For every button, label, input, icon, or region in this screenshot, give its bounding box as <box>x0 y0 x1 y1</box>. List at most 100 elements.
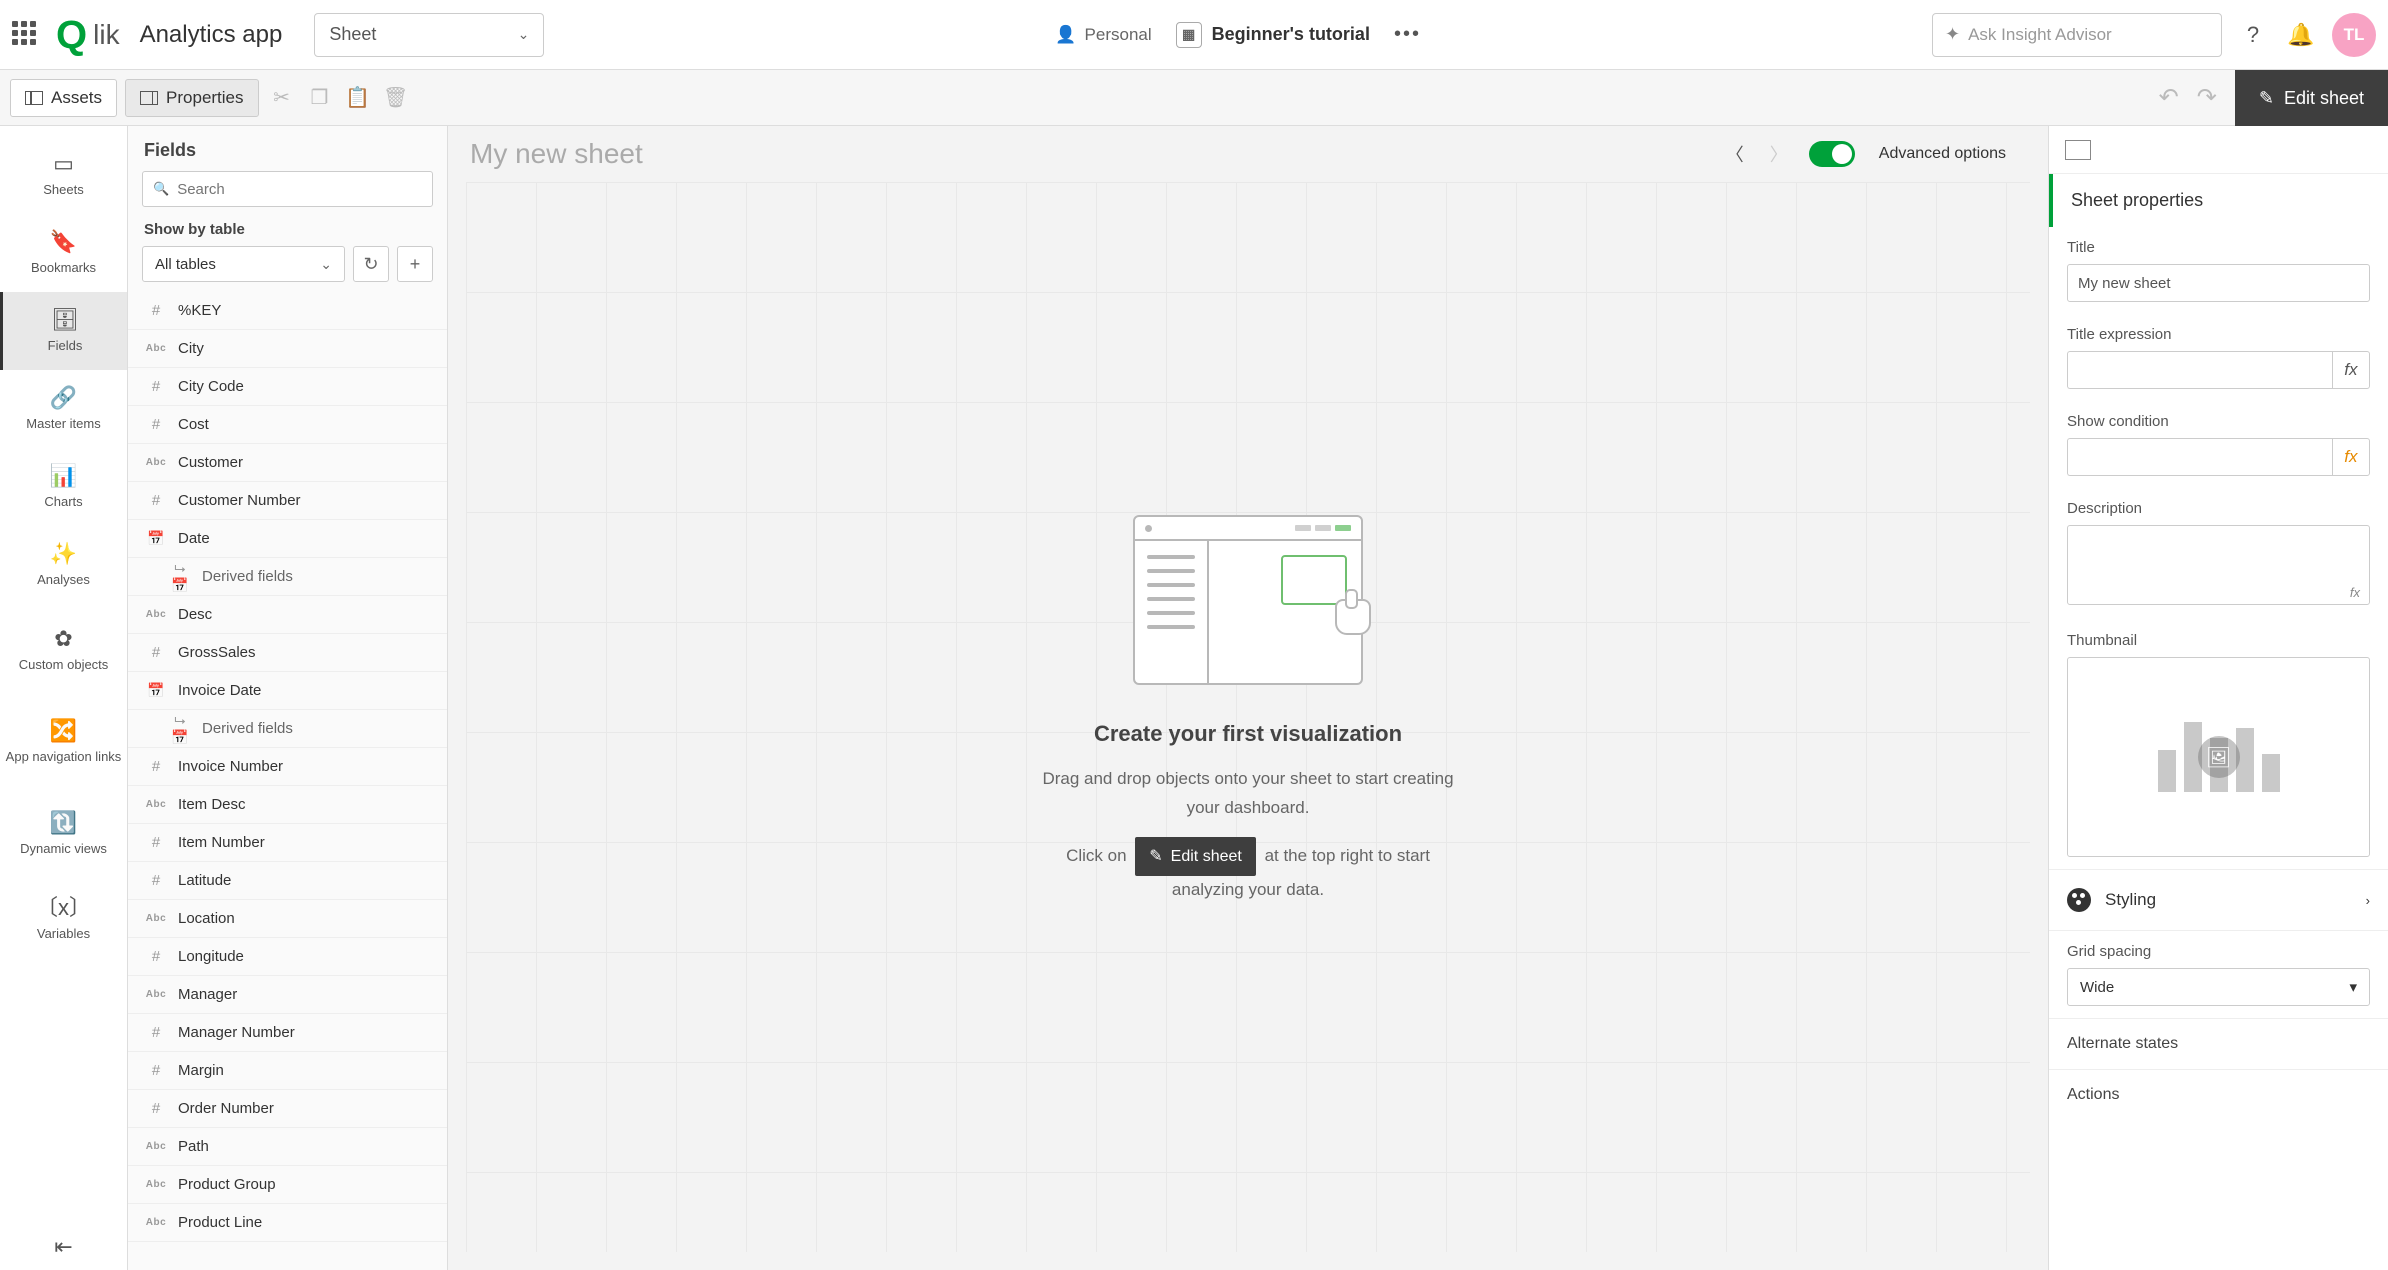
apps-launcher-icon[interactable] <box>12 21 40 49</box>
field-item-label: %KEY <box>178 302 221 319</box>
sheet-title[interactable]: My new sheet <box>470 138 1705 170</box>
field-item[interactable]: #Customer Number <box>128 482 447 520</box>
sheet-canvas-grid[interactable]: Create your first visualization Drag and… <box>466 182 2030 1252</box>
field-item[interactable]: #Invoice Number <box>128 748 447 786</box>
rail-charts[interactable]: 📊 Charts <box>0 448 127 526</box>
field-item[interactable]: ⮡ 📅Derived fields <box>128 710 447 748</box>
title-expression-fx-button[interactable]: fx <box>2332 351 2370 389</box>
rail-app-nav-links[interactable]: 🔀 App navigation links <box>0 696 127 788</box>
tables-dropdown[interactable]: All tables ⌄ <box>142 246 345 282</box>
field-item[interactable]: #City Code <box>128 368 447 406</box>
sheet-properties-tab-icon[interactable] <box>2065 140 2091 160</box>
sheet-dropdown-label: Sheet <box>329 24 376 45</box>
show-condition-input[interactable] <box>2067 438 2332 476</box>
thumbnail-picker[interactable]: 🖼 <box>2067 657 2370 857</box>
rail-variables[interactable]: 〔x〕 Variables <box>0 880 127 958</box>
field-item-label: Path <box>178 1138 209 1155</box>
sparkle-icon: ✦ <box>1945 24 1960 45</box>
field-item[interactable]: ⮡ 📅Derived fields <box>128 558 447 596</box>
thumbnail-label: Thumbnail <box>2067 632 2370 649</box>
hash-type-icon: # <box>144 492 168 509</box>
grid-spacing-select[interactable]: Wide ▾ <box>2067 968 2370 1006</box>
field-item[interactable]: AbcProduct Group <box>128 1166 447 1204</box>
edit-sheet-button[interactable]: ✎ Edit sheet <box>2235 70 2388 126</box>
field-item-label: Product Line <box>178 1214 262 1231</box>
field-item-label: Item Desc <box>178 796 246 813</box>
title-expression-input[interactable] <box>2067 351 2332 389</box>
styling-section[interactable]: Styling › <box>2049 869 2388 931</box>
description-textarea[interactable] <box>2067 525 2370 605</box>
empty-state: Create your first visualization Drag and… <box>1038 515 1458 919</box>
redo-icon[interactable]: ↷ <box>2197 83 2217 112</box>
add-field-button[interactable]: + <box>397 246 433 282</box>
user-avatar[interactable]: TL <box>2332 13 2376 57</box>
link-icon: 🔗 <box>51 386 77 410</box>
rail-custom-objects[interactable]: ✿ Custom objects <box>0 604 127 696</box>
rail-fields[interactable]: 🗄 Fields <box>0 292 127 370</box>
field-item[interactable]: 📅Invoice Date <box>128 672 447 710</box>
field-item-label: Cost <box>178 416 209 433</box>
copy-icon[interactable]: ❐ <box>305 83 335 113</box>
qlik-logo-mark: Q <box>56 15 87 55</box>
pencil-icon: ✎ <box>2259 88 2274 109</box>
title-input[interactable] <box>2067 264 2370 302</box>
rail-master-items[interactable]: 🔗 Master items <box>0 370 127 448</box>
collapse-rail-icon[interactable]: ⇤ <box>0 1234 127 1260</box>
field-item[interactable]: #Cost <box>128 406 447 444</box>
field-list[interactable]: #%KEYAbcCity#City Code#CostAbcCustomer#C… <box>128 292 447 1270</box>
alternate-states-section[interactable]: Alternate states <box>2049 1018 2388 1069</box>
personal-space[interactable]: 👤 Personal <box>1055 25 1151 45</box>
actions-section[interactable]: Actions <box>2049 1069 2388 1120</box>
empty-state-illustration <box>1133 515 1363 685</box>
top-bar: Q lik Analytics app Sheet ⌄ 👤 Personal ▦… <box>0 0 2388 70</box>
dropdown-arrow-icon: ▾ <box>2349 978 2357 996</box>
sheet-dropdown[interactable]: Sheet ⌄ <box>314 13 544 57</box>
field-item[interactable]: #Margin <box>128 1052 447 1090</box>
field-item[interactable]: #%KEY <box>128 292 447 330</box>
chart-icon: 📊 <box>51 464 77 488</box>
field-item[interactable]: #Longitude <box>128 938 447 976</box>
rail-analyses[interactable]: ✨ Analyses <box>0 526 127 604</box>
field-item[interactable]: AbcLocation <box>128 900 447 938</box>
help-icon[interactable]: ? <box>2236 18 2270 52</box>
field-item[interactable]: #Order Number <box>128 1090 447 1128</box>
rail-bookmarks[interactable]: 🔖 Bookmarks <box>0 214 127 292</box>
description-fx-button[interactable]: fx <box>2350 585 2360 600</box>
personal-label: Personal <box>1085 25 1152 45</box>
show-condition-fx-button[interactable]: fx <box>2332 438 2370 476</box>
field-item[interactable]: AbcCity <box>128 330 447 368</box>
paste-icon[interactable]: 📋 <box>343 83 373 113</box>
field-item[interactable]: #Manager Number <box>128 1014 447 1052</box>
field-item[interactable]: AbcCustomer <box>128 444 447 482</box>
field-item[interactable]: AbcPath <box>128 1128 447 1166</box>
field-item-label: Date <box>178 530 210 547</box>
more-menu-icon[interactable]: ••• <box>1394 23 1421 46</box>
rail-sheets[interactable]: ▭ Sheets <box>0 136 127 214</box>
cut-icon[interactable]: ✂ <box>267 83 297 113</box>
fields-search-box[interactable]: 🔍 <box>142 171 433 207</box>
prev-sheet-arrow[interactable]: 〈 <box>1721 140 1749 168</box>
advanced-options-toggle[interactable] <box>1809 141 1855 167</box>
delete-icon[interactable]: 🗑 <box>381 83 411 113</box>
field-item[interactable]: AbcDesc <box>128 596 447 634</box>
fields-panel: Fields 🔍 Show by table All tables ⌄ ↻ + … <box>128 126 448 1270</box>
field-item[interactable]: AbcItem Desc <box>128 786 447 824</box>
insight-advisor-search[interactable]: ✦ Ask Insight Advisor <box>1932 13 2222 57</box>
field-item[interactable]: #Latitude <box>128 862 447 900</box>
notification-bell-icon[interactable]: 🔔 <box>2284 18 2318 52</box>
fields-search-input[interactable] <box>177 181 422 198</box>
chevron-down-icon: ⌄ <box>518 26 530 43</box>
assets-button[interactable]: Assets <box>10 79 117 117</box>
refresh-fields-button[interactable]: ↻ <box>353 246 389 282</box>
field-item[interactable]: AbcProduct Line <box>128 1204 447 1242</box>
undo-icon[interactable]: ↶ <box>2159 83 2179 112</box>
field-item[interactable]: #Item Number <box>128 824 447 862</box>
abc-type-icon: Abc <box>144 343 168 354</box>
properties-button[interactable]: Properties <box>125 79 258 117</box>
tutorial-link[interactable]: ▦ Beginner's tutorial <box>1176 22 1370 48</box>
field-item[interactable]: AbcManager <box>128 976 447 1014</box>
qlik-logo[interactable]: Q lik <box>56 15 120 55</box>
rail-dynamic-views[interactable]: 🔃 Dynamic views <box>0 788 127 880</box>
field-item[interactable]: #GrossSales <box>128 634 447 672</box>
field-item[interactable]: 📅Date <box>128 520 447 558</box>
